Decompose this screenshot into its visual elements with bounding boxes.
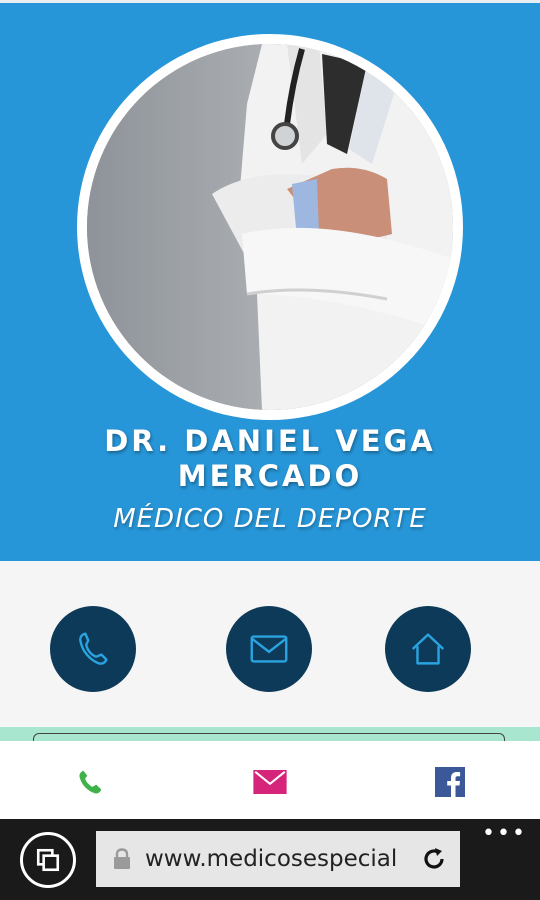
home-button[interactable] [385, 606, 471, 692]
doctor-photo [87, 44, 453, 410]
mail-icon [253, 770, 287, 794]
email-button[interactable] [226, 606, 312, 692]
doctor-name-line1: DR. DANIEL VEGA [104, 424, 436, 458]
phone-icon [79, 632, 108, 665]
facebook-icon [435, 767, 465, 797]
lock-icon [114, 848, 130, 869]
more-options-button[interactable]: ••• [482, 823, 525, 845]
doctor-name-line2: MERCADO [177, 459, 363, 493]
bottom-call-button[interactable] [70, 762, 110, 802]
mail-icon [250, 635, 288, 663]
avatar [87, 44, 453, 410]
tabs-button[interactable] [20, 832, 76, 888]
bottom-email-button[interactable] [250, 762, 290, 802]
phone-icon [79, 770, 102, 794]
refresh-icon[interactable] [420, 845, 448, 873]
tabs-icon [36, 848, 60, 872]
call-button[interactable] [50, 606, 136, 692]
url-text[interactable]: www.medicosespecial [145, 843, 415, 875]
bottom-facebook-button[interactable] [430, 762, 470, 802]
doctor-name: DR. DANIEL VEGA MERCADO [0, 424, 540, 494]
doctor-specialty: MÉDICO DEL DEPORTE [113, 504, 427, 534]
home-icon [411, 633, 445, 665]
